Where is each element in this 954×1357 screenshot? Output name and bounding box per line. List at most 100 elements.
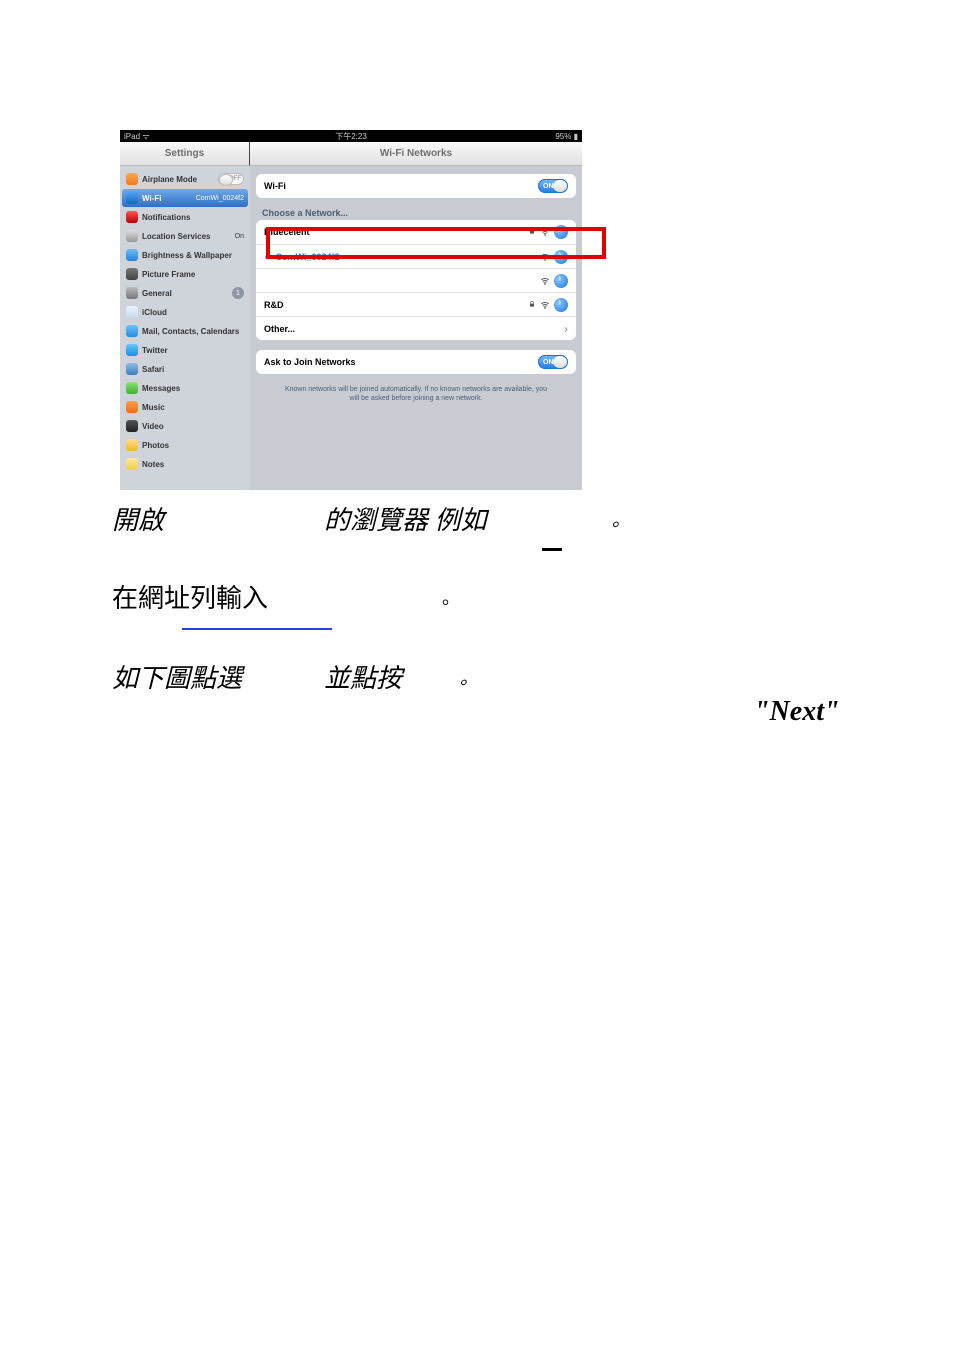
wifi-toggle-row[interactable]: Wi-Fi ON [256, 174, 576, 198]
ask-join-hint-1: Known networks will be joined automatica… [256, 384, 576, 393]
status-time: 下午2:23 [120, 131, 582, 142]
sidebar-item-value: On [235, 233, 244, 240]
sidebar-icon [126, 458, 138, 470]
wifi-toggle-group: Wi-Fi ON [256, 174, 576, 198]
sidebar-item-label: Safari [142, 365, 244, 374]
sidebar-icon [126, 382, 138, 394]
network-name: ComWi_0024f2 [276, 252, 340, 262]
wifi-signal-icon [540, 276, 550, 286]
detail-title: Wi-Fi Networks [250, 142, 582, 166]
doc-line3-b: 並點按 [324, 658, 402, 695]
sidebar-item-label: iCloud [142, 308, 244, 317]
other-label: Other... [264, 324, 295, 334]
network-row[interactable]: Bluecelent [256, 220, 576, 244]
sidebar-icon [126, 363, 138, 375]
disclosure-button[interactable] [554, 250, 568, 264]
network-row[interactable]: ✓ ComWi_0024f2 [256, 244, 576, 268]
sidebar-icon [126, 211, 138, 223]
doc-line2-a: 在網址列輸入 [112, 578, 268, 615]
sidebar-item-mail-contacts-calendars[interactable]: Mail, Contacts, Calendars [122, 322, 248, 340]
sidebar-icon [126, 249, 138, 261]
disclosure-button[interactable] [554, 298, 568, 312]
sidebar-icon [126, 420, 138, 432]
sidebar-item-value: ComWi_0024f2 [196, 195, 244, 202]
sidebar-item-label: Picture Frame [142, 270, 244, 279]
sidebar-item-location-services[interactable]: Location ServicesOn [122, 227, 248, 245]
sidebar-item-label: Location Services [142, 232, 235, 241]
wifi-toggle-on[interactable]: ON [538, 179, 568, 193]
sidebar-item-notes[interactable]: Notes [122, 455, 248, 473]
sidebar-icon [126, 268, 138, 280]
sidebar-item-label: Wi-Fi [142, 194, 196, 203]
next-label: "Next" [754, 696, 840, 728]
sidebar-item-label: General [142, 289, 232, 298]
sidebar-item-label: Music [142, 403, 244, 412]
ask-join-row[interactable]: Ask to Join Networks ON [256, 350, 576, 374]
ipad-screenshot: iPad ᯤ 下午2:23 95% ▮ Settings Wi-Fi Netwo… [120, 130, 582, 490]
sidebar-item-label: Photos [142, 441, 244, 450]
wifi-detail-pane: Wi-Fi ON Choose a Network... Bluecelent✓… [250, 166, 582, 490]
dash-mark [542, 548, 562, 551]
sidebar-item-brightness-wallpaper[interactable]: Brightness & Wallpaper [122, 246, 248, 264]
sidebar-item-photos[interactable]: Photos [122, 436, 248, 454]
sidebar-item-notifications[interactable]: Notifications [122, 208, 248, 226]
sidebar-item-general[interactable]: General1 [122, 284, 248, 302]
doc-line3-c: 。 [460, 664, 478, 690]
sidebar-icon [126, 325, 138, 337]
sidebar-item-messages[interactable]: Messages [122, 379, 248, 397]
network-name: R&D [264, 300, 284, 310]
sidebar-icon [126, 173, 138, 185]
sidebar-item-video[interactable]: Video [122, 417, 248, 435]
sidebar-item-icloud[interactable]: iCloud [122, 303, 248, 321]
lock-icon [528, 227, 536, 237]
sidebar-item-picture-frame[interactable]: Picture Frame [122, 265, 248, 283]
ask-join-toggle[interactable]: ON [538, 355, 568, 369]
disclosure-button[interactable] [554, 225, 568, 239]
doc-line1-b: 的瀏覽器 例如 [324, 500, 487, 537]
network-other-row[interactable]: Other... › [256, 316, 576, 340]
sidebar-item-twitter[interactable]: Twitter [122, 341, 248, 359]
ask-join-label: Ask to Join Networks [264, 357, 356, 367]
doc-line1-c: 。 [612, 506, 630, 532]
sidebar-item-label: Mail, Contacts, Calendars [142, 327, 244, 336]
wifi-signal-icon [540, 252, 550, 262]
sidebar-item-label: Brightness & Wallpaper [142, 251, 244, 260]
choose-network-header: Choose a Network... [262, 208, 576, 218]
sidebar-icon [126, 439, 138, 451]
sidebar-item-label: Messages [142, 384, 244, 393]
sidebar-item-music[interactable]: Music [122, 398, 248, 416]
sidebar-icon [126, 230, 138, 242]
sidebar-item-wi-fi[interactable]: Wi-FiComWi_0024f2 [122, 189, 248, 207]
sidebar-item-label: Airplane Mode [142, 175, 218, 184]
sidebar-icon [126, 401, 138, 413]
doc-line2-b: 。 [442, 584, 460, 610]
toggle-off[interactable]: OFF [218, 173, 244, 185]
badge: 1 [232, 287, 244, 299]
lock-icon [528, 300, 536, 310]
sidebar-item-label: Notifications [142, 213, 244, 222]
sidebar-item-airplane-mode[interactable]: Airplane ModeOFF [122, 170, 248, 188]
network-row[interactable] [256, 268, 576, 292]
sidebar-item-safari[interactable]: Safari [122, 360, 248, 378]
sidebar-item-label: Twitter [142, 346, 244, 355]
network-list-group: Bluecelent ✓ ComWi_0024f2 R&D Other... › [256, 220, 576, 340]
network-row[interactable]: R&D [256, 292, 576, 316]
sidebar-icon [126, 192, 138, 204]
wifi-label: Wi-Fi [264, 181, 286, 191]
checkmark-icon: ✓ [264, 251, 272, 262]
title-bars: Settings Wi-Fi Networks [120, 142, 582, 166]
wifi-signal-icon [540, 227, 550, 237]
wifi-signal-icon [540, 300, 550, 310]
status-bar: iPad ᯤ 下午2:23 95% ▮ [120, 130, 582, 142]
sidebar-item-label: Notes [142, 460, 244, 469]
sidebar-icon [126, 306, 138, 318]
sidebar-icon [126, 287, 138, 299]
disclosure-button[interactable] [554, 274, 568, 288]
settings-sidebar: Airplane ModeOFFWi-FiComWi_0024f2Notific… [120, 166, 250, 490]
doc-line1-a: 開啟 [112, 500, 164, 537]
ask-join-hint-2: will be asked before joining a new netwo… [256, 393, 576, 402]
chevron-right-icon: › [564, 322, 568, 336]
ask-join-group: Ask to Join Networks ON [256, 350, 576, 374]
blue-underline [182, 628, 332, 630]
doc-line3-a: 如下圖點選 [112, 658, 242, 695]
